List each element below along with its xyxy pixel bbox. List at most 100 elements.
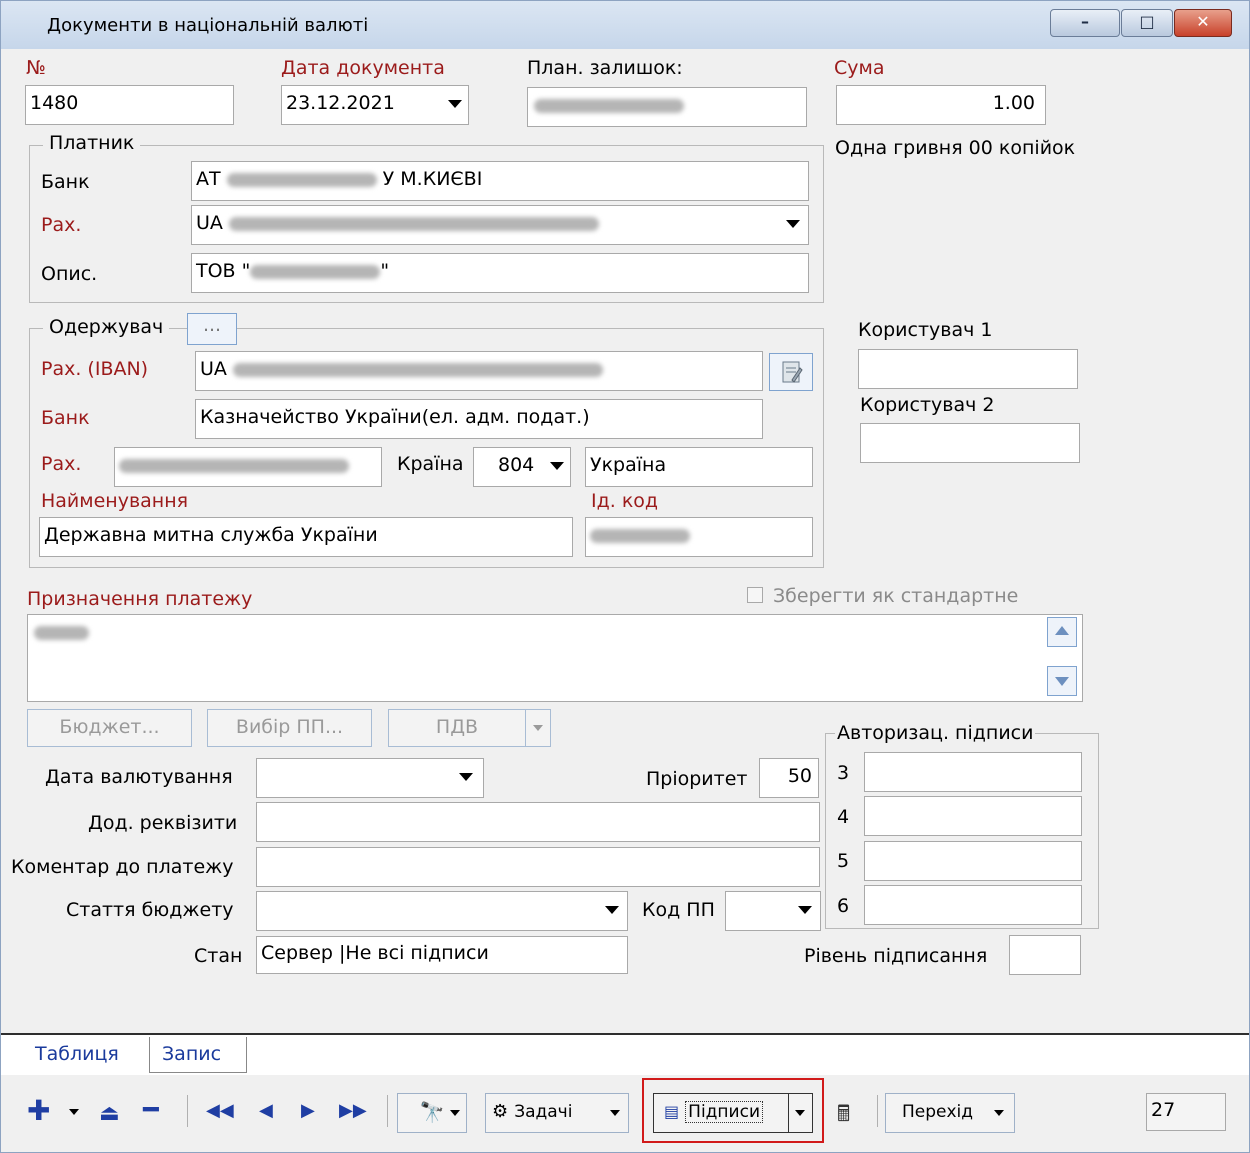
number-label: № [26,57,46,79]
tasks-button[interactable]: ⚙ Задачі [485,1093,629,1133]
payer-account-field[interactable]: UA [191,205,809,245]
signatures-button[interactable]: ▤ Підписи [653,1093,813,1133]
user1-label: Користувач 1 [858,319,993,341]
number-field[interactable]: 1480 [25,85,234,125]
country-name-field[interactable]: Україна [585,447,813,487]
tasks-label: Задачі [514,1102,573,1122]
sum-field[interactable]: 1.00 [836,85,1046,125]
id-code-label: Ід. код [591,490,659,512]
extra-details-field[interactable] [256,802,820,842]
chevron-down-icon[interactable] [786,220,800,228]
maximize-icon: □ [1139,12,1155,31]
budget-button[interactable]: Бюджет... [27,709,192,747]
chevron-down-icon[interactable] [550,462,564,470]
date-value: 23.12.2021 [286,92,395,114]
first-record-icon[interactable]: ◀◀ [206,1100,234,1121]
pp-code-select[interactable] [725,891,821,931]
priority-label: Пріоритет [646,768,748,790]
iban-field[interactable]: UA [195,351,763,391]
signatures-icon: ▤ [664,1102,680,1121]
redacted-account [228,216,599,231]
chevron-down-icon[interactable] [798,906,812,914]
add-dropdown-icon[interactable] [69,1109,79,1115]
comment-label: Коментар до платежу [11,856,234,878]
scroll-down-button[interactable] [1047,666,1077,696]
payer-account-prefix: UA [196,212,223,234]
user2-field[interactable] [860,423,1080,463]
chevron-down-icon[interactable] [605,906,619,914]
maximize-button[interactable]: □ [1121,9,1173,37]
purpose-label: Призначення платежу [27,588,253,610]
priority-field[interactable]: 50 [759,758,819,798]
tab-record[interactable]: Запис [149,1037,247,1073]
payer-bank-field[interactable]: АТ У М.КИЄВІ [191,161,809,201]
arrow-up-icon [1055,626,1069,635]
recipient-browse-button[interactable]: ... [187,313,237,345]
purpose-textarea[interactable] [27,614,1083,702]
recipient-bank-label: Банк [41,407,90,429]
recipient-account-label: Рах. [41,453,82,475]
redacted-iban [232,362,603,377]
vat-dropdown-button[interactable] [525,709,551,747]
id-code-field[interactable] [585,517,813,557]
payer-group-title: Платник [43,132,141,154]
scroll-up-button[interactable] [1047,617,1077,647]
balance-field [527,87,807,127]
sign-level-label: Рівень підписання [804,945,988,967]
redacted-company [250,264,381,279]
sign-level-field[interactable] [1009,935,1081,975]
value-date-select[interactable] [256,758,484,798]
save-default-checkbox[interactable] [747,587,763,603]
signature-field-4[interactable] [864,796,1082,836]
previous-record-icon[interactable]: ◀ [259,1100,273,1121]
country-code-value: 804 [498,454,535,476]
close-button[interactable]: ✕ [1174,9,1232,37]
next-record-icon[interactable]: ▶ [301,1100,315,1121]
payer-desc-suffix: " [380,260,390,282]
document-window: Документи в національній валюті – □ ✕ № … [0,0,1250,1153]
pp-code-label: Код ПП [642,899,715,921]
signatures-dropdown-icon[interactable] [795,1110,805,1116]
title-bar: Документи в національній валюті – □ ✕ [1,1,1249,49]
country-label: Країна [397,453,464,475]
add-icon[interactable]: ✚ [27,1097,50,1125]
payer-account-label: Рах. [41,214,82,236]
payer-desc-field[interactable]: ТОВ " " [191,253,809,293]
goto-button[interactable]: Перехід [885,1093,1015,1133]
delete-icon[interactable]: ━ [143,1095,159,1125]
user1-field[interactable] [858,349,1078,389]
date-field[interactable]: 23.12.2021 [281,85,469,125]
comment-field[interactable] [256,847,820,887]
recipient-name-label: Найменування [41,490,189,512]
signatures-group-title: Авторизац. підписи [835,722,1036,744]
recipient-name-field[interactable]: Державна митна служба України [39,517,573,557]
calculator-icon[interactable]: 🖩 [837,1097,850,1135]
signature-field-6[interactable] [864,885,1082,925]
chevron-down-icon[interactable] [448,100,462,108]
payer-bank-prefix: АТ [196,168,221,190]
tab-table[interactable]: Таблиця [23,1037,131,1073]
search-button[interactable]: 🔭 [397,1093,467,1133]
country-code-select[interactable]: 804 [473,447,571,487]
recipient-account-field[interactable] [114,447,382,487]
choose-pp-button[interactable]: Вибір ПП... [207,709,372,747]
last-record-icon[interactable]: ▶▶ [339,1100,367,1121]
iban-lookup-button[interactable] [769,353,813,391]
redacted-id-code [590,528,690,543]
signature-row-label: 3 [837,762,850,784]
state-field: Сервер |Не всі підписи [256,936,628,974]
recipient-bank-field[interactable]: Казначейство України(ел. адм. подат.) [195,399,763,439]
minimize-button[interactable]: – [1050,9,1120,37]
vat-button[interactable]: ПДВ [388,709,526,747]
signature-field-3[interactable] [864,752,1082,792]
chevron-down-icon [994,1110,1004,1116]
date-label: Дата документа [281,57,445,79]
signature-row-label: 5 [837,850,850,872]
budget-article-select[interactable] [256,891,628,931]
signature-field-5[interactable] [864,841,1082,881]
redacted-balance [534,98,684,113]
save-record-icon[interactable]: ⏏ [99,1101,120,1126]
extra-details-label: Дод. реквізити [88,812,238,834]
chevron-down-icon[interactable] [459,773,473,781]
binoculars-icon: 🔭 [419,1100,445,1124]
